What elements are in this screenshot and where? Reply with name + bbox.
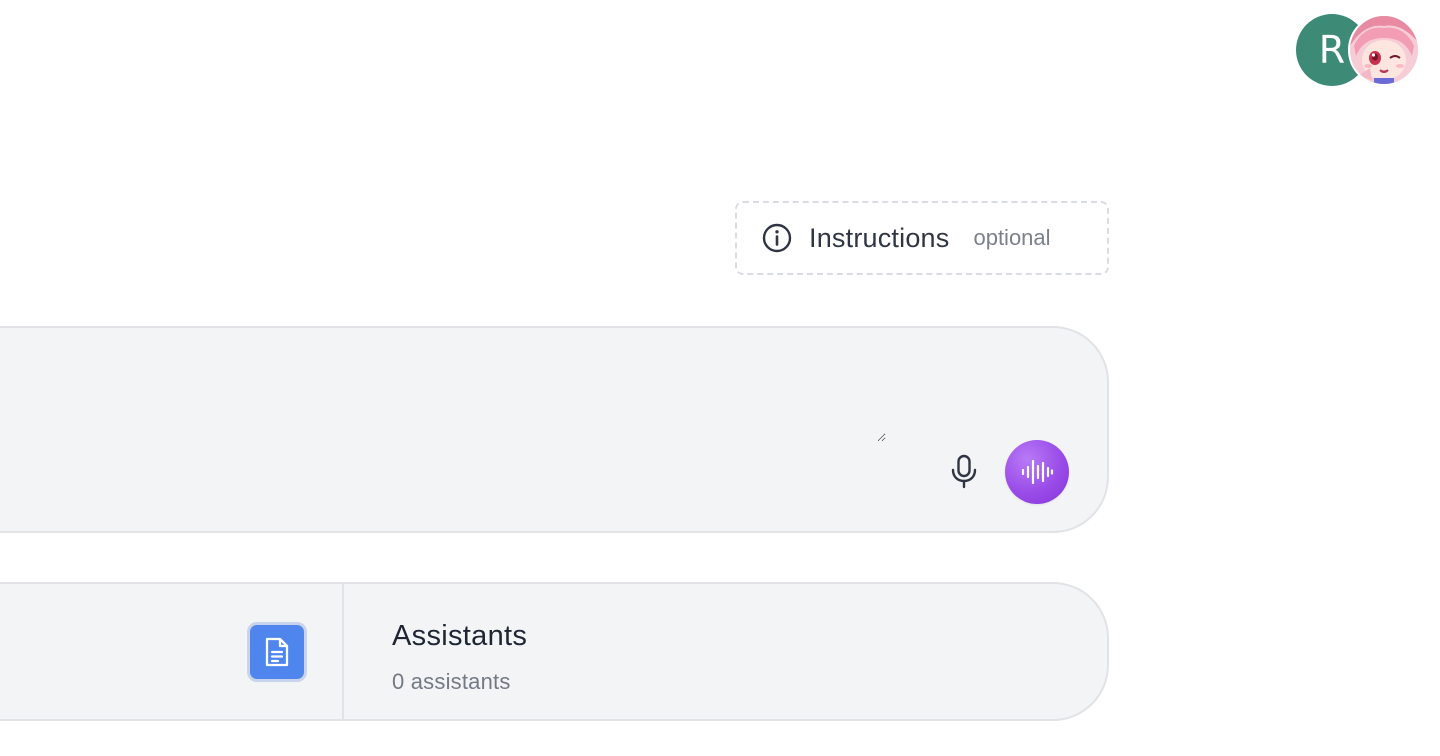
instructions-button[interactable]: Instructions optional — [735, 201, 1109, 275]
document-icon — [265, 637, 289, 667]
anime-avatar-image — [1350, 16, 1418, 84]
prompt-box — [0, 326, 1109, 533]
soundwave-icon — [1021, 459, 1054, 485]
voice-mode-button[interactable] — [1005, 440, 1069, 504]
assistants-title: Assistants — [392, 620, 528, 652]
prompt-input[interactable] — [22, 358, 886, 442]
info-icon — [761, 222, 793, 254]
assistants-card[interactable]: Assistants 0 assistants — [344, 584, 1044, 719]
documents-button[interactable] — [247, 622, 307, 682]
microphone-button[interactable] — [944, 452, 984, 492]
optional-label: optional — [973, 225, 1051, 250]
instructions-label: Instructions — [809, 222, 950, 253]
assistants-count: 0 assistants — [392, 669, 511, 694]
profile-avatar[interactable] — [1348, 14, 1420, 86]
cards-bar: Assistants 0 assistants — [0, 582, 1109, 721]
page: R Instructions optional Assistants 0 ass… — [0, 0, 1440, 756]
avatar-stack: R — [1296, 14, 1426, 88]
microphone-icon — [951, 454, 977, 489]
